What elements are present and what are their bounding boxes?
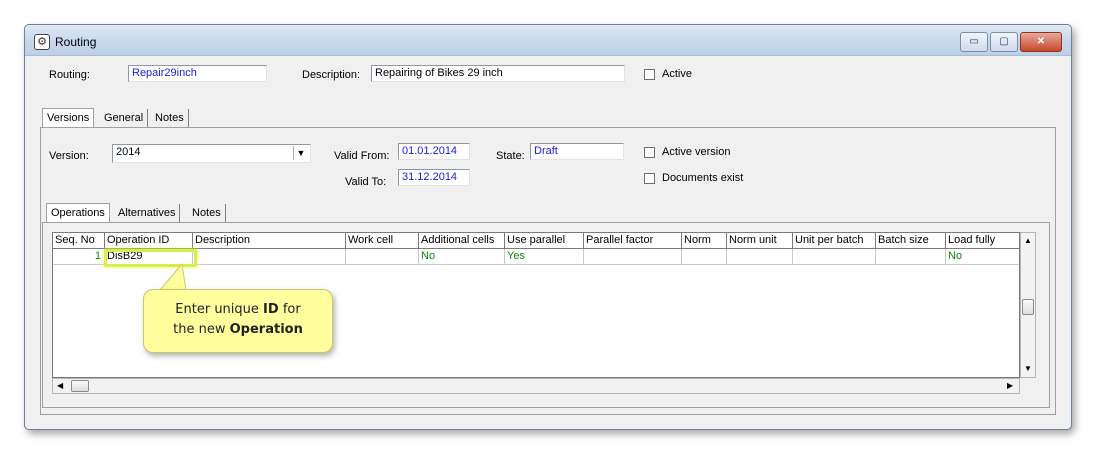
close-button[interactable]: ✕ xyxy=(1020,32,1062,52)
scroll-right-icon[interactable]: ▶ xyxy=(1007,381,1013,390)
scroll-left-icon[interactable]: ◀ xyxy=(57,381,63,390)
scroll-down-icon[interactable]: ▼ xyxy=(1024,364,1032,373)
callout-line-2: the new Operation xyxy=(173,322,303,337)
tab-notes[interactable]: Notes xyxy=(151,109,189,128)
column-header-norm-unit[interactable]: Norm unit xyxy=(727,233,793,249)
table-cell-unit-per-batch[interactable] xyxy=(793,249,876,265)
tab-general[interactable]: General xyxy=(100,109,149,128)
valid-to-input[interactable]: 31.12.2014 xyxy=(398,169,470,186)
table-cell-description[interactable] xyxy=(193,249,346,265)
table-cell-load-fully[interactable]: No xyxy=(946,249,1019,265)
column-header-batch-size[interactable]: Batch size xyxy=(876,233,946,249)
active-checkbox[interactable] xyxy=(644,69,655,80)
version-label: Version: xyxy=(49,150,89,162)
routing-app-icon: ⚙ xyxy=(34,34,50,50)
column-header-load-fully[interactable]: Load fully xyxy=(946,233,1019,249)
horizontal-scroll-thumb[interactable] xyxy=(71,380,89,392)
description-input[interactable]: Repairing of Bikes 29 inch xyxy=(371,65,625,82)
table-cell-work-cell[interactable] xyxy=(346,249,419,265)
version-select[interactable]: 2014 ▼ xyxy=(112,144,311,163)
column-header-seq-no[interactable]: Seq. No xyxy=(53,233,105,249)
tab-notes-operations[interactable]: Notes xyxy=(188,204,226,223)
column-header-operation-id[interactable]: Operation ID xyxy=(105,233,193,249)
table-cell-additional-cells[interactable]: No xyxy=(419,249,505,265)
active-label: Active xyxy=(662,68,692,80)
column-header-unit-per-batch[interactable]: Unit per batch xyxy=(793,233,876,249)
valid-from-label: Valid From: xyxy=(334,150,390,162)
maximize-button[interactable]: ▢ xyxy=(990,32,1018,52)
hint-callout: Enter unique ID for the new Operation xyxy=(143,289,333,353)
vertical-scroll-thumb[interactable] xyxy=(1022,299,1034,315)
state-label: State: xyxy=(496,150,525,162)
tab-alternatives[interactable]: Alternatives xyxy=(114,204,181,223)
minimize-button[interactable]: ▭ xyxy=(960,32,988,52)
scroll-up-icon[interactable]: ▲ xyxy=(1024,236,1032,245)
documents-exist-checkbox[interactable] xyxy=(644,173,655,184)
active-version-checkbox[interactable] xyxy=(644,147,655,158)
documents-exist-label: Documents exist xyxy=(662,172,744,184)
column-header-description[interactable]: Description xyxy=(193,233,346,249)
version-select-value: 2014 xyxy=(116,146,141,158)
chevron-down-icon[interactable]: ▼ xyxy=(293,146,308,160)
horizontal-scrollbar[interactable]: ◀ ▶ xyxy=(52,378,1020,394)
state-field: Draft xyxy=(530,143,624,160)
callout-line-1: Enter unique ID for xyxy=(175,302,301,317)
table-cell-parallel-factor[interactable] xyxy=(584,249,682,265)
routing-input[interactable]: Repair29inch xyxy=(128,65,267,82)
column-header-use-parallel[interactable]: Use parallel xyxy=(505,233,584,249)
column-header-work-cell[interactable]: Work cell xyxy=(346,233,419,249)
callout-pointer xyxy=(158,262,187,291)
window-title: Routing xyxy=(55,35,97,49)
valid-from-input[interactable]: 01.01.2014 xyxy=(398,143,470,160)
column-header-parallel-factor[interactable]: Parallel factor xyxy=(584,233,682,249)
tab-versions[interactable]: Versions xyxy=(42,108,95,127)
column-header-norm[interactable]: Norm xyxy=(682,233,727,249)
active-version-label: Active version xyxy=(662,146,731,158)
column-header-additional-cells[interactable]: Additional cells xyxy=(419,233,505,249)
description-label: Description: xyxy=(302,69,361,81)
table-cell-norm-unit[interactable] xyxy=(727,249,793,265)
table-cell-norm[interactable] xyxy=(682,249,727,265)
table-cell-seq-no[interactable]: 1 xyxy=(53,249,105,265)
valid-to-label: Valid To: xyxy=(345,176,387,188)
routing-label: Routing: xyxy=(49,69,90,81)
vertical-scrollbar[interactable]: ▲ ▼ xyxy=(1020,232,1036,378)
table-cell-use-parallel[interactable]: Yes xyxy=(505,249,584,265)
title-bar[interactable]: ⚙ Routing ▭ ▢ ✕ xyxy=(25,25,1071,56)
table-cell-batch-size[interactable] xyxy=(876,249,946,265)
tab-operations[interactable]: Operations xyxy=(46,203,110,222)
